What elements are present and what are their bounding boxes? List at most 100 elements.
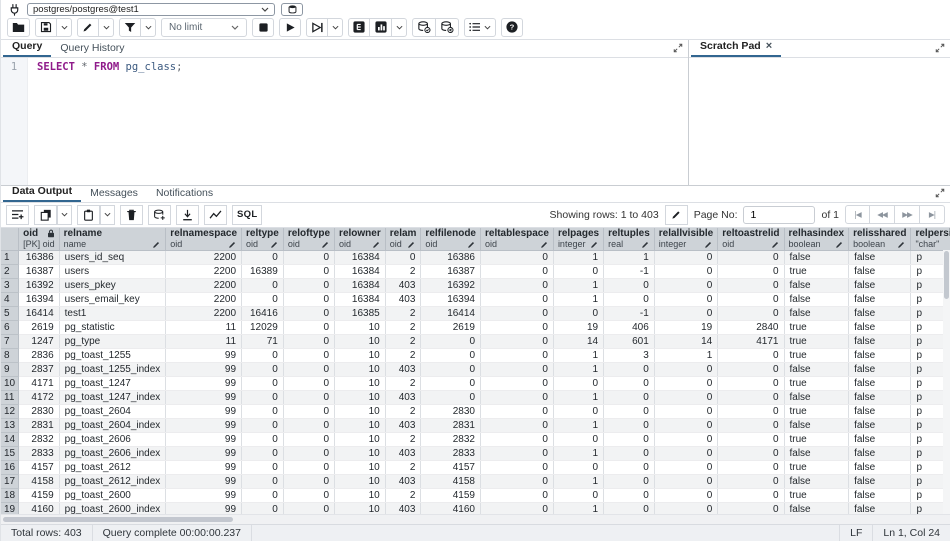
cell-reltype[interactable]: 12029 [242,320,284,334]
column-header-relnamespace[interactable]: relnamespaceoid [166,228,242,251]
cell-relpages[interactable]: 1 [553,292,603,306]
cell-reltoastrelid[interactable]: 2840 [718,320,784,334]
row-number-cell[interactable]: 4 [1,292,19,306]
cell-relhasindex[interactable]: false [784,446,849,460]
cell-reltuples[interactable]: 601 [604,334,655,348]
cell-relowner[interactable]: 10 [335,502,386,514]
cell-reltoastrelid[interactable]: 0 [718,376,784,390]
cell-relowner[interactable]: 16384 [335,278,386,292]
edit-column-icon[interactable] [540,240,549,249]
cell-relallvisible[interactable]: 0 [654,418,717,432]
cell-relam[interactable]: 403 [385,362,421,376]
cell-relnamespace[interactable]: 99 [166,502,242,514]
cell-relam[interactable]: 2 [385,432,421,446]
cell-relhasindex[interactable]: true [784,376,849,390]
cell-relowner[interactable]: 10 [335,390,386,404]
cell-reltuples[interactable]: 0 [604,362,655,376]
cell-relname[interactable]: pg_toast_1255 [59,348,166,362]
macros-dropdown[interactable] [464,18,496,37]
edit-column-icon[interactable] [641,240,650,249]
cell-relfilenode[interactable]: 4160 [421,502,481,514]
cell-relallvisible[interactable]: 0 [654,474,717,488]
graph-visualiser-button[interactable] [204,205,227,225]
cell-relnamespace[interactable]: 11 [166,320,242,334]
stop-button[interactable] [252,18,274,37]
cell-relisshared[interactable]: false [849,432,911,446]
cell-relam[interactable]: 2 [385,460,421,474]
cell-relname[interactable]: pg_toast_2606 [59,432,166,446]
cell-relpages[interactable]: 1 [553,390,603,404]
cell-relname[interactable]: pg_type [59,334,166,348]
cell-relallvisible[interactable]: 0 [654,488,717,502]
cell-relname[interactable]: pg_toast_2606_index [59,446,166,460]
cell-relfilenode[interactable]: 16392 [421,278,481,292]
edit-button[interactable] [77,18,99,37]
cell-relisshared[interactable]: false [849,474,911,488]
column-header-reltoastrelid[interactable]: reltoastrelidoid [718,228,784,251]
cell-relisshared[interactable]: false [849,320,911,334]
cell-reloftype[interactable]: 0 [283,362,334,376]
cell-oid[interactable]: 2832 [19,432,60,446]
cell-relowner[interactable]: 10 [335,474,386,488]
cell-oid[interactable]: 2836 [19,348,60,362]
cell-relpages[interactable]: 0 [553,404,603,418]
edit-column-icon[interactable] [704,240,713,249]
cell-relnamespace[interactable]: 99 [166,460,242,474]
cell-relallvisible[interactable]: 14 [654,334,717,348]
cell-relfilenode[interactable]: 0 [421,390,481,404]
cell-reltuples[interactable]: -1 [604,264,655,278]
cell-relpages[interactable]: 19 [553,320,603,334]
cell-reltuples[interactable]: 0 [604,432,655,446]
cell-reltablespace[interactable]: 0 [481,404,554,418]
cell-relowner[interactable]: 10 [335,404,386,418]
cell-reltablespace[interactable]: 0 [481,250,554,264]
cell-oid[interactable]: 2833 [19,446,60,460]
cell-reltoastrelid[interactable]: 0 [718,418,784,432]
cell-relpages[interactable]: 1 [553,446,603,460]
edit-options-dropdown[interactable] [99,18,114,37]
cell-relname[interactable]: pg_toast_2604_index [59,418,166,432]
cell-reloftype[interactable]: 0 [283,474,334,488]
cell-reltype[interactable]: 0 [242,446,284,460]
cell-oid[interactable]: 2837 [19,362,60,376]
row-number-cell[interactable]: 14 [1,432,19,446]
row-number-cell[interactable]: 17 [1,474,19,488]
edit-column-icon[interactable] [467,240,476,249]
cell-relname[interactable]: pg_toast_1247 [59,376,166,390]
edit-column-icon[interactable] [372,240,381,249]
cell-reltype[interactable]: 0 [242,502,284,514]
cell-relhasindex[interactable]: true [784,264,849,278]
cell-relisshared[interactable]: false [849,278,911,292]
edit-range-button[interactable] [665,205,688,225]
cell-relnamespace[interactable]: 99 [166,376,242,390]
cell-relallvisible[interactable]: 0 [654,404,717,418]
scratch-pad-editor[interactable] [689,58,950,185]
cell-relallvisible[interactable]: 0 [654,292,717,306]
cell-relpages[interactable]: 1 [553,418,603,432]
cell-reltablespace[interactable]: 0 [481,320,554,334]
cell-reltype[interactable]: 0 [242,418,284,432]
cell-oid[interactable]: 4157 [19,460,60,474]
cell-relallvisible[interactable]: 0 [654,460,717,474]
row-number-cell[interactable]: 7 [1,334,19,348]
expand-query-panel-button[interactable] [670,41,686,55]
cell-relpages[interactable]: 1 [553,474,603,488]
cell-relallvisible[interactable]: 0 [654,446,717,460]
save-options-dropdown[interactable] [57,18,72,37]
cell-reloftype[interactable]: 0 [283,432,334,446]
edit-column-icon[interactable] [321,240,330,249]
row-number-cell[interactable]: 9 [1,362,19,376]
cell-reltype[interactable]: 0 [242,488,284,502]
cell-relam[interactable]: 2 [385,404,421,418]
cell-relfilenode[interactable]: 16386 [421,250,481,264]
cell-reloftype[interactable]: 0 [283,348,334,362]
edit-column-icon[interactable] [270,240,279,249]
cell-reltoastrelid[interactable]: 0 [718,348,784,362]
cell-reltuples[interactable]: 0 [604,460,655,474]
cell-reltype[interactable]: 0 [242,278,284,292]
explain-button[interactable] [348,18,370,37]
cell-reltype[interactable]: 0 [242,292,284,306]
row-number-cell[interactable]: 3 [1,278,19,292]
cell-reltoastrelid[interactable]: 0 [718,474,784,488]
cell-relisshared[interactable]: false [849,488,911,502]
